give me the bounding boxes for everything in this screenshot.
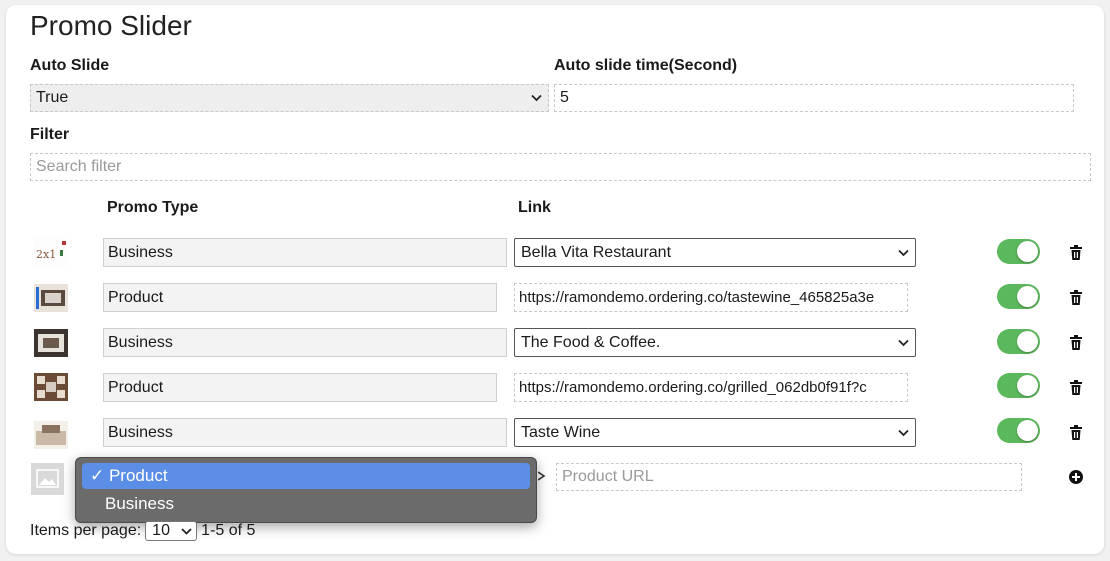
items-per-page-label: Items per page: bbox=[30, 522, 142, 539]
pagination: Items per page: 10 1-5 of 5 bbox=[30, 521, 255, 541]
promo-thumbnail: 2x1 bbox=[34, 238, 68, 266]
enabled-toggle[interactable] bbox=[997, 373, 1040, 398]
promo-type-field[interactable]: Product bbox=[103, 373, 497, 402]
trash-icon[interactable] bbox=[1069, 290, 1083, 306]
page-title: Promo Slider bbox=[30, 10, 192, 41]
link-value: Taste Wine bbox=[521, 423, 601, 441]
auto-slide-select[interactable]: True bbox=[30, 84, 549, 112]
items-per-page-value: 10 bbox=[152, 522, 170, 539]
promo-type-value: Product bbox=[108, 288, 164, 306]
product-url-placeholder: Product URL bbox=[562, 468, 654, 485]
auto-slide-value: True bbox=[36, 89, 69, 106]
promo-type-field[interactable]: Business bbox=[103, 418, 507, 447]
trash-icon[interactable] bbox=[1069, 335, 1083, 351]
pagination-range: 1-5 of 5 bbox=[201, 522, 256, 539]
items-per-page-select[interactable]: 10 bbox=[145, 521, 198, 541]
plus-circle-icon[interactable] bbox=[1069, 470, 1083, 484]
promo-type-value: Business bbox=[108, 423, 173, 441]
column-header-promo-type: Promo Type bbox=[107, 199, 199, 216]
link-value: https://ramondemo.ordering.co/tastewine_… bbox=[519, 289, 875, 306]
chevron-down-icon bbox=[898, 249, 909, 256]
promo-thumbnail bbox=[34, 329, 68, 357]
search-filter-placeholder: Search filter bbox=[36, 158, 122, 175]
promo-thumbnail bbox=[34, 421, 68, 449]
promo-type-field[interactable]: Business bbox=[103, 238, 507, 267]
promo-type-value: Business bbox=[108, 333, 173, 351]
dropdown-option-product[interactable]: ✓ Product bbox=[82, 463, 530, 489]
trash-icon[interactable] bbox=[1069, 245, 1083, 261]
auto-slide-label: Auto Slide bbox=[30, 57, 110, 74]
chevron-down-icon bbox=[898, 339, 909, 346]
trash-icon[interactable] bbox=[1069, 425, 1083, 441]
link-select[interactable]: Bella Vita Restaurant bbox=[514, 238, 916, 267]
promo-type-field[interactable]: Product bbox=[103, 283, 497, 312]
filter-label: Filter bbox=[30, 126, 70, 143]
promo-thumbnail bbox=[34, 373, 68, 401]
promo-type-dropdown: ✓ Product Business bbox=[75, 457, 537, 523]
enabled-toggle[interactable] bbox=[997, 418, 1040, 443]
link-value: Bella Vita Restaurant bbox=[521, 243, 672, 261]
link-value: The Food & Coffee. bbox=[521, 333, 661, 351]
auto-slide-time-value: 5 bbox=[560, 89, 569, 106]
image-upload-icon[interactable] bbox=[31, 463, 64, 495]
link-value: https://ramondemo.ordering.co/grilled_06… bbox=[519, 379, 867, 396]
product-url-input[interactable]: Product URL bbox=[556, 463, 1022, 491]
chevron-down-icon bbox=[531, 94, 542, 102]
enabled-toggle[interactable] bbox=[997, 239, 1040, 264]
chevron-down-icon bbox=[898, 429, 909, 436]
promo-type-field[interactable]: Business bbox=[103, 328, 507, 357]
auto-slide-time-label: Auto slide time(Second) bbox=[554, 57, 738, 74]
promo-type-value: Product bbox=[108, 378, 164, 396]
product-url-input[interactable]: https://ramondemo.ordering.co/grilled_06… bbox=[514, 373, 908, 402]
chevron-down-icon bbox=[181, 527, 192, 535]
promo-thumbnail bbox=[34, 284, 68, 312]
enabled-toggle[interactable] bbox=[997, 329, 1040, 354]
product-url-input[interactable]: https://ramondemo.ordering.co/tastewine_… bbox=[514, 283, 908, 312]
trash-icon[interactable] bbox=[1069, 380, 1083, 396]
search-filter-input[interactable]: Search filter bbox=[30, 153, 1091, 181]
svg-text:2x1: 2x1 bbox=[36, 248, 56, 261]
promo-type-value: Business bbox=[108, 243, 173, 261]
link-select[interactable]: Taste Wine bbox=[514, 418, 916, 447]
link-select[interactable]: The Food & Coffee. bbox=[514, 328, 916, 357]
auto-slide-time-input[interactable]: 5 bbox=[554, 84, 1074, 112]
enabled-toggle[interactable] bbox=[997, 284, 1040, 309]
dropdown-option-business[interactable]: Business bbox=[82, 491, 530, 517]
column-header-link: Link bbox=[518, 199, 551, 216]
chevron-down-icon[interactable] bbox=[538, 470, 546, 482]
